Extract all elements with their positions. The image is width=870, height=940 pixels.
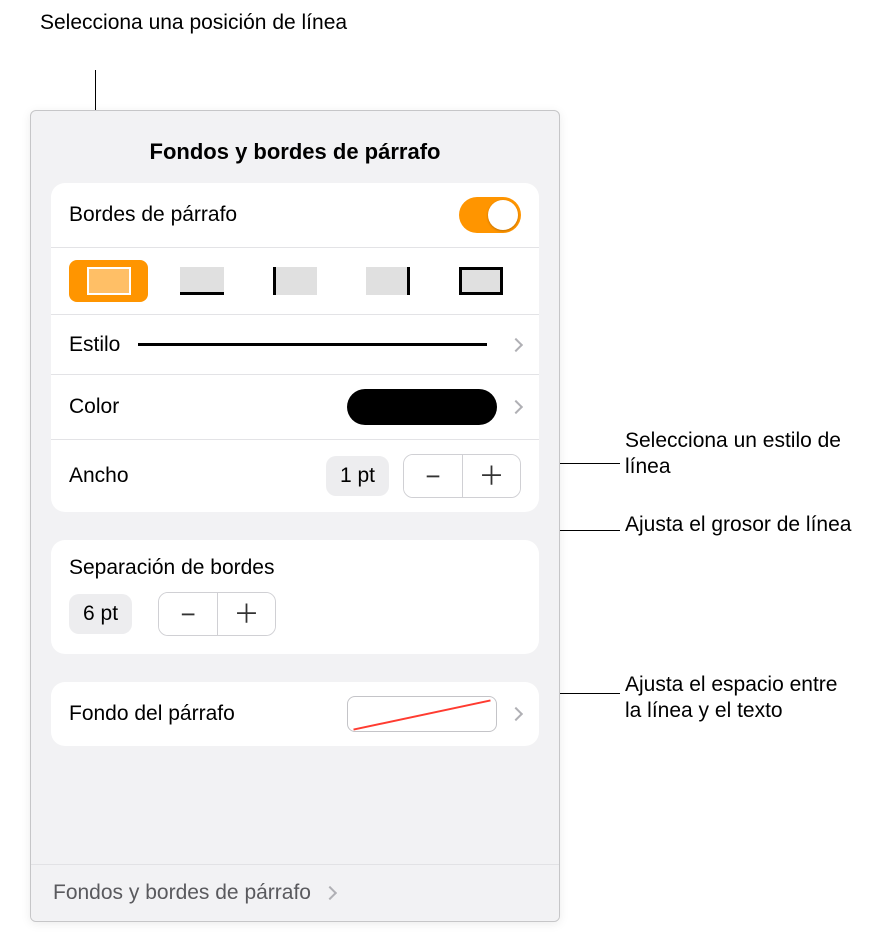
paragraph-bg-row[interactable]: Fondo del párrafo [51,682,539,746]
borders-section: Bordes de párrafo Estilo [51,183,539,512]
callout-line-width: Ajusta el grosor de línea [625,512,851,538]
border-left-icon [273,267,317,295]
border-pos-bottom[interactable] [162,260,241,302]
border-offset-value[interactable]: 6 pt [69,594,132,634]
border-offset-controls: 6 pt − ＋ [51,586,539,654]
panel-footer-label: Fondos y bordes de párrafo [53,881,311,905]
chevron-right-icon [323,886,337,900]
callout-line-style: Selecciona un estilo de línea [625,428,870,481]
paragraph-bg-label: Fondo del párrafo [69,702,347,726]
border-offset-section: Separación de bordes 6 pt − ＋ [51,540,539,654]
border-pos-right[interactable] [349,260,428,302]
line-color-label: Color [69,395,347,419]
border-all-icon [87,267,131,295]
border-box-icon [459,267,503,295]
line-style-label: Estilo [69,333,120,357]
border-pos-all[interactable] [69,260,148,302]
border-offset-stepper: − ＋ [158,592,276,636]
paragraph-borders-toggle[interactable] [459,197,521,233]
paragraph-bg-swatch-none [347,696,497,732]
chevron-right-icon [509,400,523,414]
line-width-increment[interactable]: ＋ [462,455,520,497]
panel-footer-row[interactable]: Fondos y bordes de párrafo [31,864,559,921]
border-pos-box[interactable] [442,260,521,302]
line-width-decrement[interactable]: − [404,455,462,497]
border-right-icon [366,267,410,295]
paragraph-bg-section: Fondo del párrafo [51,682,539,746]
line-width-stepper: − ＋ [403,454,521,498]
line-width-row: Ancho 1 pt − ＋ [51,439,539,512]
line-style-row[interactable]: Estilo [51,314,539,374]
border-position-segmented [51,247,539,314]
chevron-right-icon [509,707,523,721]
callout-border-offset: Ajusta el espacio entre la línea y el te… [625,672,855,725]
line-color-row[interactable]: Color [51,374,539,439]
callout-line-position: Selecciona una posición de línea [40,10,347,36]
line-width-label: Ancho [69,464,326,488]
line-width-value[interactable]: 1 pt [326,456,389,496]
panel-title: Fondos y bordes de párrafo [31,111,559,183]
border-pos-left[interactable] [255,260,334,302]
paragraph-borders-label: Bordes de párrafo [69,203,459,227]
borders-bg-panel: Fondos y bordes de párrafo Bordes de pár… [30,110,560,922]
paragraph-borders-row: Bordes de párrafo [51,183,539,247]
line-style-preview [138,343,487,346]
border-offset-increment[interactable]: ＋ [217,593,275,635]
border-offset-decrement[interactable]: − [159,593,217,635]
chevron-right-icon [509,337,523,351]
border-bottom-icon [180,267,224,295]
border-offset-title: Separación de bordes [51,540,539,586]
line-color-swatch [347,389,497,425]
